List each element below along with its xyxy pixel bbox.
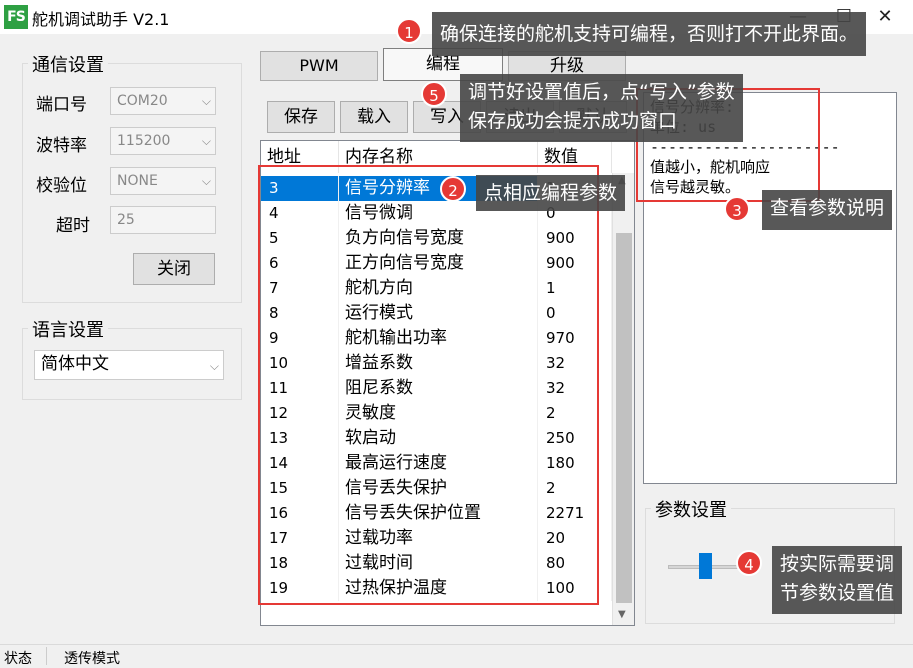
- window-title: 舵机调试助手 V2.1: [32, 10, 170, 29]
- timeout-input[interactable]: 25: [110, 206, 216, 234]
- port-label: 端口号: [36, 95, 87, 115]
- tab-pwm[interactable]: PWM: [260, 51, 378, 81]
- table-scrollbar[interactable]: ▲ ▼: [612, 173, 634, 625]
- close-window-button[interactable]: ✕: [862, 0, 908, 34]
- status-divider: [46, 647, 47, 665]
- parity-label: 校验位: [36, 176, 87, 196]
- chevron-down-icon: ⌵: [209, 359, 219, 373]
- parity-value: NONE: [117, 173, 158, 189]
- port-value: COM20: [117, 93, 168, 109]
- annotation-text-4b: 节参数设置值: [780, 582, 895, 604]
- annotation-callout-5: 调节好设置值后，点“写入”参数 保存成功会提示成功窗口: [460, 74, 743, 142]
- chevron-down-icon: ⌵: [201, 174, 211, 188]
- load-button[interactable]: 载入: [340, 101, 408, 133]
- status-bar: 状态 透传模式: [0, 644, 913, 667]
- annotation-badge-4: 4: [736, 550, 762, 576]
- language-select[interactable]: 简体中文 ⌵: [34, 350, 224, 380]
- annotation-text-5b: 保存成功会提示成功窗口: [468, 110, 678, 132]
- annotation-callout-1: 确保连接的舵机支持可编程，否则打不开此界面。: [432, 12, 867, 56]
- port-select[interactable]: COM20 ⌵: [110, 87, 216, 115]
- scrollbar-thumb[interactable]: [616, 233, 632, 603]
- timeout-label: 超时: [56, 216, 90, 236]
- annotation-callout-2: 点相应编程参数: [476, 175, 626, 211]
- save-button[interactable]: 保存: [267, 101, 335, 133]
- baud-select[interactable]: 115200 ⌵: [110, 127, 216, 155]
- annotation-callout-4: 按实际需要调 节参数设置值: [772, 546, 903, 614]
- annotation-badge-2: 2: [440, 176, 466, 202]
- app-logo: FS: [4, 5, 28, 29]
- chevron-down-icon: ⌵: [201, 134, 211, 148]
- status-label: 状态: [4, 651, 32, 667]
- status-mode: 透传模式: [64, 651, 120, 667]
- chevron-down-icon: ⌵: [201, 94, 211, 108]
- annotation-badge-5: 5: [421, 81, 447, 107]
- scroll-down-icon[interactable]: ▼: [618, 609, 626, 620]
- parity-select[interactable]: NONE ⌵: [110, 167, 216, 195]
- close-port-button[interactable]: 关闭: [133, 253, 215, 285]
- annotation-badge-3: 3: [724, 196, 750, 222]
- annotation-text-4a: 按实际需要调: [780, 553, 895, 575]
- language-settings-title: 语言设置: [28, 316, 108, 342]
- comm-settings-title: 通信设置: [28, 51, 108, 77]
- annotation-badge-1: 1: [396, 18, 422, 44]
- annotation-callout-3: 查看参数说明: [762, 190, 893, 230]
- param-slider-thumb[interactable]: [698, 553, 712, 579]
- table-highlight-box: [258, 165, 599, 605]
- language-value: 简体中文: [41, 354, 109, 374]
- baud-label: 波特率: [36, 136, 87, 156]
- annotation-text-5a: 调节好设置值后，点“写入”参数: [468, 81, 735, 103]
- param-settings-title: 参数设置: [651, 496, 731, 522]
- baud-value: 115200: [117, 133, 171, 149]
